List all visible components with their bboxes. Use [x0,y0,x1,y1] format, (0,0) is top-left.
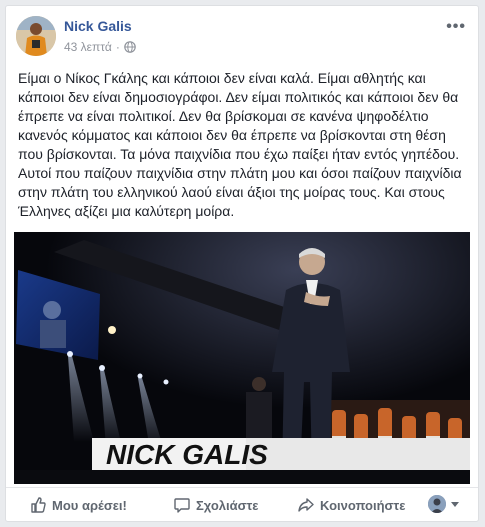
post-card: Nick Galis 43 λεπτά · ••• Είμαι ο Νίκος … [5,5,479,522]
photo-banner-text: NICK GALIS [106,439,268,470]
author-name[interactable]: Nick Galis [64,18,132,34]
comment-icon [174,498,190,513]
avatar-icon [16,16,56,56]
globe-icon[interactable] [124,41,136,53]
audience-selector[interactable] [428,495,460,513]
meta-separator: · [115,40,120,54]
author-avatar[interactable] [16,16,56,56]
caret-down-icon [451,502,459,507]
post-meta: 43 λεπτά · [64,40,136,54]
like-button[interactable]: Μου αρέσει! [30,497,127,513]
share-icon [298,498,314,512]
audience-avatar-icon [428,495,446,513]
share-button[interactable]: Κοινοποιήστε [298,497,405,513]
action-bar: Μου αρέσει! Σχολιάστε Κοινοποιήστε [6,487,478,521]
comment-label: Σχολιάστε [196,497,259,513]
share-label: Κοινοποιήστε [320,497,406,513]
more-options-icon[interactable]: ••• [446,18,466,36]
comment-button[interactable]: Σχολιάστε [174,497,258,513]
like-label: Μου αρέσει! [52,497,127,513]
photo-image: NICK GALIS [14,232,470,484]
post-photo[interactable]: NICK GALIS [14,232,470,484]
post-time[interactable]: 43 λεπτά [64,40,112,54]
post-text: Είμαι ο Νίκος Γκάλης και κάποιοι δεν είν… [18,70,462,219]
like-icon [31,497,46,513]
